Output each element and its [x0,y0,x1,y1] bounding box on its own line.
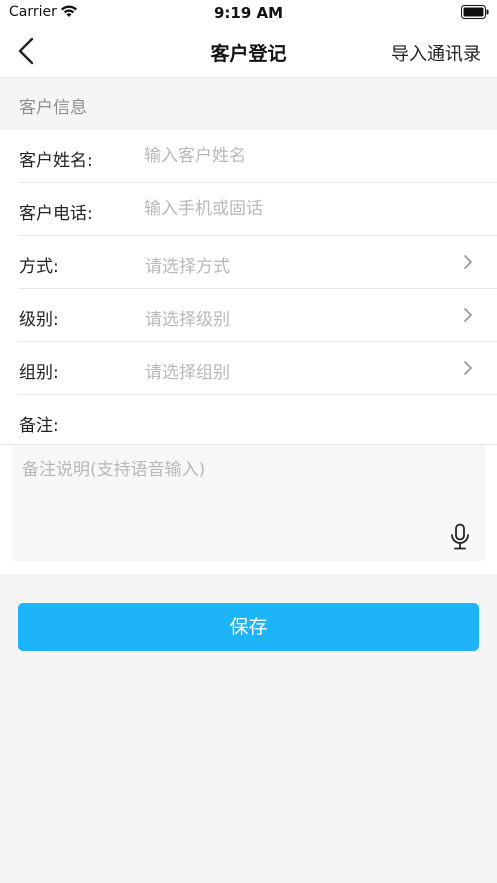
group-select-row[interactable]: 组别: 请选择组别 [0,342,497,395]
method-select-placeholder: 请选择方式 [145,257,230,277]
chevron-left-icon[interactable] [14,36,38,66]
chevron-right-icon [464,255,472,269]
customer-form: 客户姓名: 客户电话: 方式: 请选择方式 级别: 请选择级别 组别: 请选择组… [0,130,497,574]
notes-textarea[interactable] [22,455,462,515]
form-row-notes: 备注: [0,395,497,445]
save-button[interactable]: 保存 [18,603,479,651]
section-title: 客户信息 [19,98,87,118]
notes-box [12,445,485,561]
group-select-placeholder: 请选择组别 [145,363,230,383]
name-label: 客户姓名: [19,151,93,171]
customer-name-input[interactable] [144,140,474,172]
form-row-phone: 客户电话: [0,183,497,236]
battery-icon [461,5,489,19]
level-select-row[interactable]: 级别: 请选择级别 [0,289,497,342]
status-bar: Carrier 9:19 AM [0,0,497,26]
level-select-placeholder: 请选择级别 [145,310,230,330]
microphone-icon[interactable] [449,523,471,551]
section-header: 客户信息 [0,78,497,130]
import-contacts-button[interactable]: 导入通讯录 [391,40,481,66]
form-row-name: 客户姓名: [0,130,497,183]
phone-label: 客户电话: [19,204,93,224]
status-time: 9:19 AM [213,4,284,22]
chevron-right-icon [464,361,472,375]
method-label: 方式: [19,257,59,277]
level-label: 级别: [19,310,59,330]
group-label: 组别: [19,363,59,383]
chevron-right-icon [464,308,472,322]
method-select-row[interactable]: 方式: 请选择方式 [0,236,497,289]
nav-bar: 客户登记 导入通讯录 [0,26,497,78]
notes-label: 备注: [19,416,59,436]
customer-phone-input[interactable] [144,193,474,225]
